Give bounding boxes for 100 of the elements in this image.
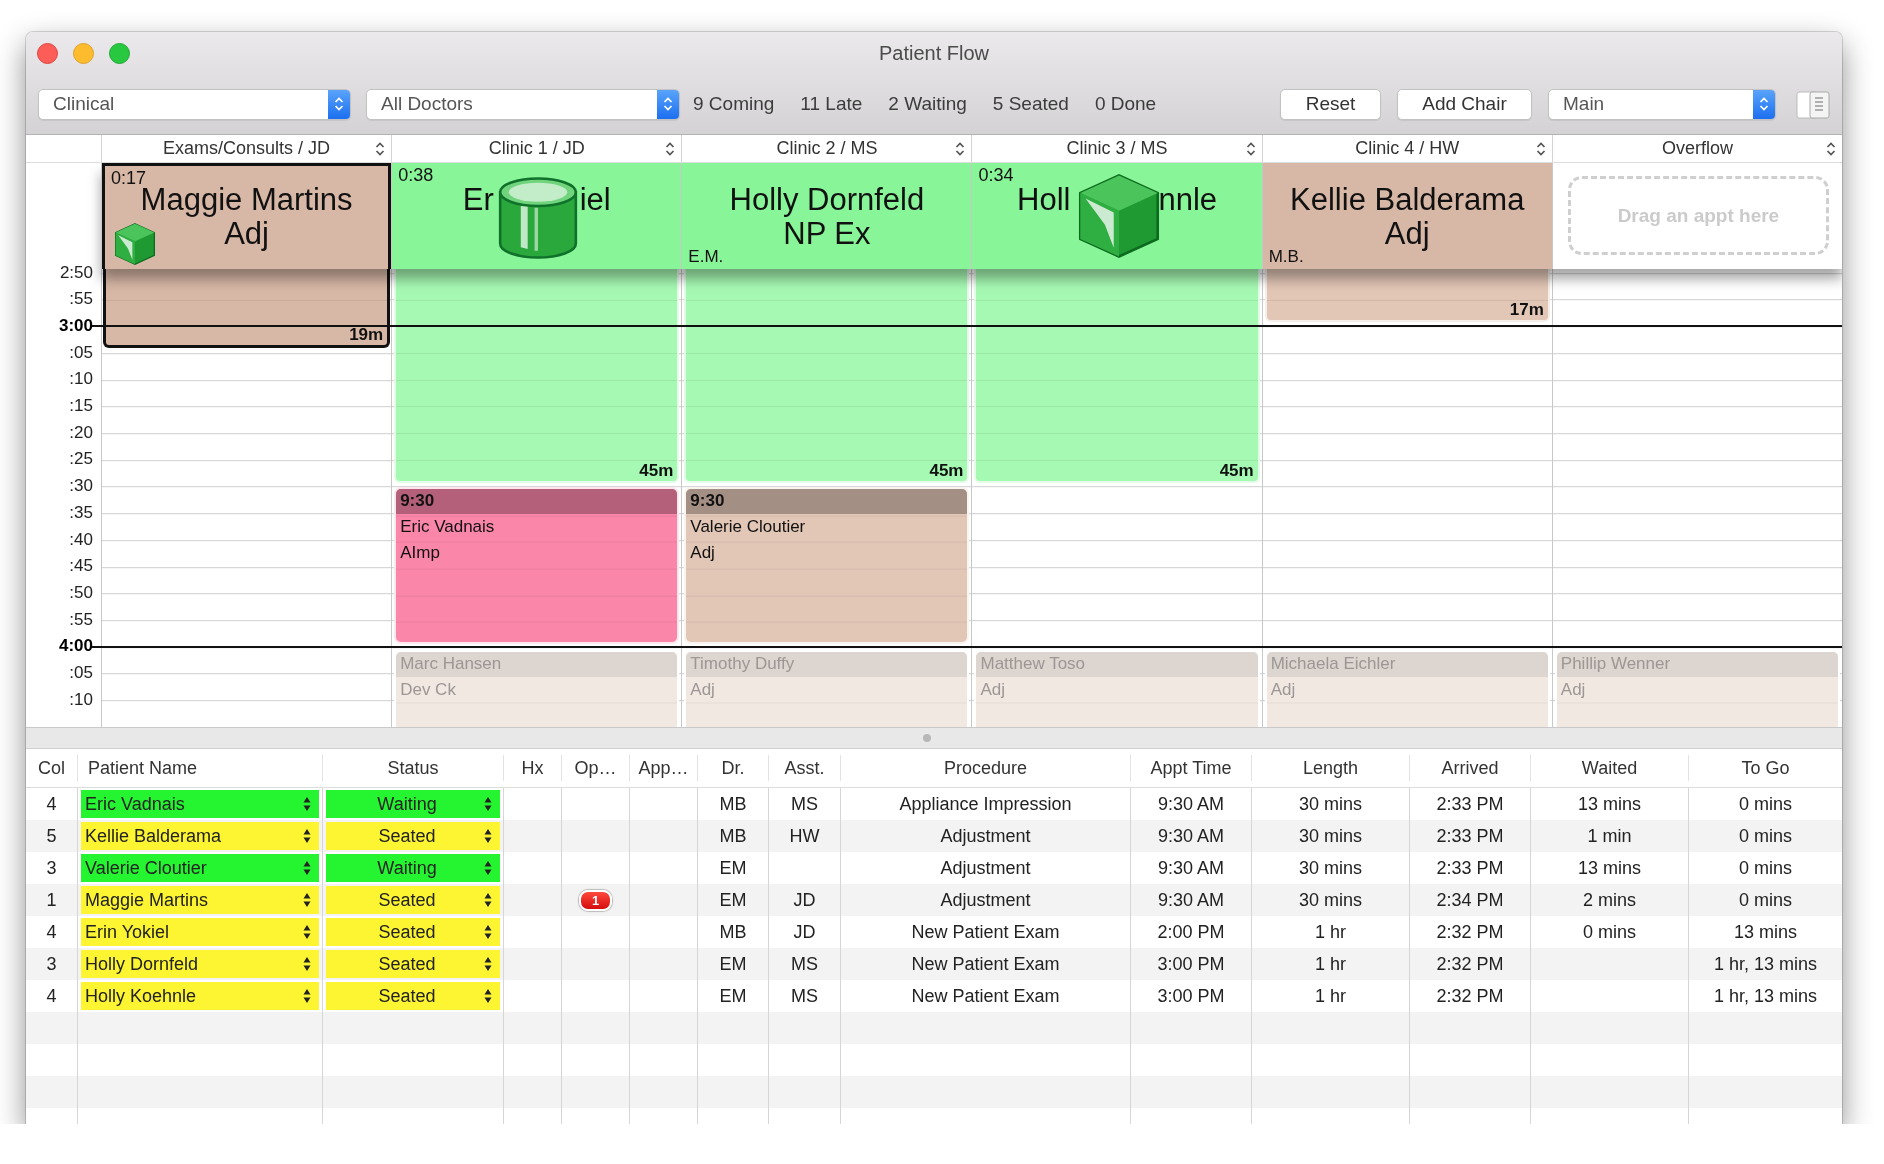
table-cell: 3: [46, 857, 57, 879]
table-cell: 2:00 PM: [1157, 921, 1225, 943]
patient-name: Michaela Eichler: [1266, 652, 1548, 677]
procedure-label: Adj: [1269, 678, 1296, 701]
column-header[interactable]: Dr.: [721, 757, 745, 779]
updown-chevron-icon[interactable]: [375, 141, 386, 157]
table-cell: 1 hr, 13 mins: [1713, 985, 1818, 1007]
status-count: 5 Seated: [992, 93, 1069, 115]
time-label: :55: [69, 288, 94, 311]
resize-handle[interactable]: [923, 734, 931, 742]
column-header[interactable]: Status: [387, 757, 439, 779]
column-header: Clinic 2 / MS: [776, 138, 878, 159]
cube-icon: [113, 222, 157, 266]
column-header[interactable]: To Go: [1741, 757, 1790, 779]
appointment-card[interactable]: Kellie Balderama Adj M.B.: [1262, 163, 1552, 269]
column-header: Clinic 3 / MS: [1066, 138, 1168, 159]
table-cell: 2:33 PM: [1436, 825, 1504, 847]
appointment-card[interactable]: Maggie Martins Adj 0:17: [102, 163, 392, 269]
column-header[interactable]: Asst.: [784, 757, 825, 779]
status-popup[interactable]: Waiting: [326, 854, 500, 882]
column-header[interactable]: Arrived: [1441, 757, 1499, 779]
patient-name: Holly Dornfeld: [729, 183, 925, 217]
appointment-block[interactable]: 19m: [103, 269, 391, 348]
updown-arrows-icon: [303, 924, 311, 940]
patient-name: Matthew Toso: [976, 652, 1258, 677]
close-button[interactable]: [37, 43, 58, 64]
table-cell: 13 mins: [1578, 793, 1641, 815]
appointment-block[interactable]: 17m: [1264, 269, 1550, 322]
doctor-popup[interactable]: All Doctors: [366, 88, 680, 120]
duration-label: 45m: [929, 461, 964, 481]
patient-name: Eric Vadnais: [399, 515, 495, 538]
status-popup[interactable]: Seated: [326, 886, 500, 914]
location-popup[interactable]: Main: [1548, 88, 1776, 120]
patient-name-popup[interactable]: Eric Vadnais: [81, 790, 319, 818]
patient-name-popup[interactable]: Erin Yokiel: [81, 918, 319, 946]
patient-name-popup[interactable]: Maggie Martins: [81, 886, 319, 914]
view-popup[interactable]: Clinical: [38, 88, 351, 120]
patient-name-popup[interactable]: Valerie Cloutier: [81, 854, 319, 882]
status-popup[interactable]: Seated: [326, 982, 500, 1010]
column-header[interactable]: Col: [38, 757, 65, 779]
table-cell: 1 hr: [1315, 921, 1346, 943]
procedure-label: Dev Ck: [399, 678, 456, 701]
updown-chevron-icon[interactable]: [1826, 141, 1836, 157]
updown-arrows-icon: [303, 796, 311, 812]
procedure-label: Adj: [1384, 217, 1430, 251]
table-cell: 30 mins: [1299, 889, 1362, 911]
updown-chevron-icon: [334, 96, 344, 112]
column-header[interactable]: Waited: [1581, 757, 1638, 779]
appointment-card[interactable]: Er iel 0:38: [392, 163, 682, 269]
patient-name-popup[interactable]: Holly Koehnle: [81, 982, 319, 1010]
appointment-card[interactable]: Holly Dornfeld NP Ex E.M.: [682, 163, 972, 269]
appointment-block[interactable]: 45m: [684, 269, 970, 483]
table-cell: 30 mins: [1299, 857, 1362, 879]
table-cell: 13 mins: [1578, 857, 1641, 879]
time-label: :50: [69, 581, 94, 604]
procedure-label: Adj: [1559, 678, 1586, 701]
toolbar-button[interactable]: Reset: [1280, 88, 1381, 120]
table-cell: 1 hr, 13 mins: [1713, 953, 1818, 975]
updown-chevron-icon[interactable]: [1245, 141, 1256, 157]
table-cell: 2 mins: [1583, 889, 1636, 911]
elapsed-time: 0:38: [398, 165, 434, 186]
table-cell: 2:33 PM: [1436, 793, 1504, 815]
patient-name-popup[interactable]: Holly Dornfeld: [81, 950, 319, 978]
patient-name-popup[interactable]: Kellie Balderama: [81, 822, 319, 850]
table-cell: 1 hr: [1315, 985, 1346, 1007]
table-cell: Appliance Impression: [899, 793, 1072, 815]
column-header[interactable]: Patient Name: [88, 757, 198, 779]
updown-arrows-icon: [303, 828, 311, 844]
table-cell: 2:32 PM: [1436, 985, 1504, 1007]
appointment-block[interactable]: 45m: [394, 269, 680, 483]
status-popup[interactable]: Seated: [326, 822, 500, 850]
status-popup[interactable]: Seated: [326, 918, 500, 946]
status-popup[interactable]: Seated: [326, 950, 500, 978]
updown-chevron-icon[interactable]: [955, 141, 966, 157]
updown-arrows-icon: [484, 924, 492, 940]
column-header[interactable]: Procedure: [943, 757, 1028, 779]
appointment-block[interactable]: 45m: [974, 269, 1260, 483]
column-header[interactable]: Op…: [574, 757, 617, 779]
column-header[interactable]: Length: [1302, 757, 1359, 779]
toolbar-button[interactable]: Add Chair: [1397, 88, 1532, 120]
table-cell: 9:30 AM: [1157, 825, 1224, 847]
table-cell: EM: [719, 889, 747, 911]
time-label: :05: [69, 341, 94, 364]
updown-arrows-icon: [484, 796, 492, 812]
appointment-card[interactable]: Holl nnle 0:34: [972, 163, 1262, 269]
table-cell: 30 mins: [1299, 825, 1362, 847]
column-header[interactable]: Appt Time: [1150, 757, 1232, 779]
updown-chevron-icon[interactable]: [1535, 141, 1546, 157]
time-label: :10: [69, 368, 94, 391]
appointment-block[interactable]: 9:30 Valerie Cloutier Adj: [684, 487, 970, 644]
table-cell: New Patient Exam: [911, 921, 1060, 943]
updown-chevron-icon[interactable]: [665, 141, 676, 157]
time-label: :10: [69, 688, 94, 711]
status-popup[interactable]: Waiting: [326, 790, 500, 818]
table-cell: Adjustment: [940, 857, 1031, 879]
table-cell: 3:00 PM: [1157, 953, 1225, 975]
table-cell: JD: [793, 921, 816, 943]
column-header[interactable]: Hx: [521, 757, 544, 779]
appointment-block[interactable]: 9:30 Eric Vadnais AImp: [394, 487, 680, 644]
column-header[interactable]: App…: [638, 757, 689, 779]
